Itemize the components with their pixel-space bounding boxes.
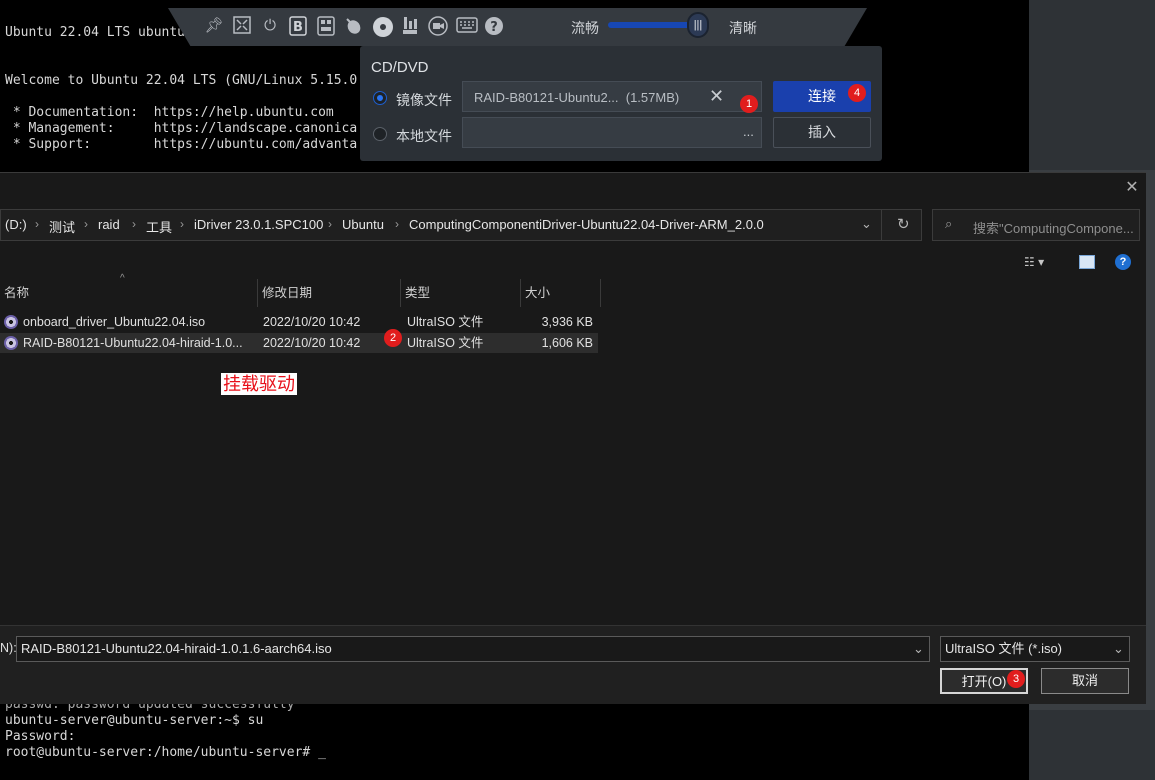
chevron-right-icon: ›: [328, 217, 332, 231]
filetype-value: UltraISO 文件 (*.iso): [945, 641, 1063, 656]
svg-text:?: ?: [490, 20, 498, 35]
cd-disc-icon[interactable]: [372, 16, 393, 37]
cancel-button[interactable]: 取消: [1041, 668, 1129, 694]
step-badge: 2: [384, 329, 402, 347]
local-file-radio[interactable]: [373, 127, 387, 141]
annotation-mount-driver: 挂载驱动: [221, 373, 297, 395]
iso-disc-icon: [4, 315, 18, 329]
column-header-type[interactable]: 类型: [401, 279, 521, 307]
filetype-select[interactable]: UltraISO 文件 (*.iso) ⌄: [940, 636, 1130, 662]
file-size: 1,606 KB: [541, 336, 593, 350]
breadcrumb-item[interactable]: 测试: [49, 217, 75, 236]
file-row[interactable]: onboard_driver_Ubuntu22.04.iso 2022/10/2…: [0, 312, 598, 332]
breadcrumb-item[interactable]: ComputingComponentiDriver-Ubuntu22.04-Dr…: [409, 217, 764, 232]
keyboard-layout-icon[interactable]: [316, 16, 336, 36]
file-name: RAID-B80121-Ubuntu22.04-hiraid-1.0...: [23, 336, 243, 350]
file-row-selected[interactable]: RAID-B80121-Ubuntu22.04-hiraid-1.0... 20…: [0, 333, 598, 353]
step-badge: 1: [740, 95, 758, 113]
breadcrumb-item[interactable]: Ubuntu: [342, 217, 384, 232]
image-file-field[interactable]: RAID-B80121-Ubuntu2... (1.57MB) ✕: [462, 81, 762, 112]
view-options-icon[interactable]: ☷ ▾: [1024, 255, 1060, 271]
breadcrumb-item[interactable]: 工具: [146, 217, 172, 236]
file-date: 2022/10/20 10:42: [263, 336, 361, 350]
breadcrumb-item[interactable]: raid: [98, 217, 120, 232]
filename-value: RAID-B80121-Ubuntu22.04-hiraid-1.0.1.6-a…: [21, 641, 332, 656]
fullscreen-icon[interactable]: [232, 16, 252, 36]
breadcrumb-item[interactable]: iDriver 23.0.1.SPC100: [194, 217, 323, 232]
terminal-line: * Documentation: https://help.ubuntu.com: [5, 105, 334, 120]
chevron-down-icon[interactable]: ⌄: [1113, 637, 1124, 661]
mouse-icon[interactable]: [344, 16, 364, 36]
power-icon[interactable]: ⏻: [260, 16, 280, 36]
chevron-right-icon: ›: [180, 217, 184, 231]
search-input[interactable]: ⌕ 搜索"ComputingCompone...: [932, 209, 1140, 241]
quality-slider-handle[interactable]: |||: [687, 12, 709, 38]
quality-smooth-label: 流畅: [571, 20, 599, 36]
camera-icon[interactable]: [428, 16, 448, 36]
image-file-radio[interactable]: [373, 91, 387, 105]
breadcrumb-item[interactable]: (D:): [5, 217, 27, 232]
cd-dvd-title: CD/DVD: [371, 59, 429, 76]
help-icon[interactable]: ?: [484, 16, 504, 36]
terminal-line: Welcome to Ubuntu 22.04 LTS (GNU/Linux 5…: [5, 73, 358, 88]
remote-console-toolbar: 📌︎ ⏻ B ? 流畅 清晰: [168, 8, 867, 46]
file-open-dialog: ✕ (D:) › 测试 › raid › 工具 › iDriver 23.0.1…: [0, 172, 1146, 704]
insert-button[interactable]: 插入: [773, 117, 871, 148]
chevron-right-icon: ›: [35, 217, 39, 231]
clear-icon[interactable]: ✕: [709, 86, 724, 107]
filename-label: N):: [0, 641, 17, 655]
svg-text:B: B: [293, 20, 303, 35]
file-name: onboard_driver_Ubuntu22.04.iso: [23, 315, 206, 329]
usb-icon[interactable]: [400, 16, 420, 36]
terminal-line: Password:: [5, 729, 76, 744]
file-date: 2022/10/20 10:42: [263, 315, 361, 329]
file-type: UltraISO 文件: [407, 336, 484, 350]
column-header-date[interactable]: 修改日期: [258, 279, 401, 307]
chevron-down-icon[interactable]: ⌄: [913, 637, 924, 661]
terminal-line: * Management: https://landscape.canonica: [5, 121, 358, 136]
search-placeholder: 搜索"ComputingCompone...: [973, 221, 1134, 236]
refresh-icon[interactable]: ↻: [897, 215, 910, 233]
terminal-line: * Support: https://ubuntu.com/advanta: [5, 137, 358, 152]
chevron-right-icon: ›: [395, 217, 399, 231]
filename-input[interactable]: RAID-B80121-Ubuntu22.04-hiraid-1.0.1.6-a…: [16, 636, 930, 662]
quality-clear-label: 清晰: [729, 20, 757, 36]
help-icon[interactable]: ?: [1115, 254, 1131, 270]
iso-disc-icon: [4, 336, 18, 350]
address-divider: [881, 210, 882, 240]
cd-dvd-panel: CD/DVD 镜像文件 RAID-B80121-Ubuntu2... (1.57…: [360, 46, 882, 161]
preview-pane-icon[interactable]: [1079, 255, 1095, 269]
address-bar[interactable]: (D:) › 测试 › raid › 工具 › iDriver 23.0.1.S…: [0, 209, 922, 241]
pin-icon[interactable]: 📌︎: [204, 16, 224, 36]
chevron-right-icon: ›: [132, 217, 136, 231]
image-file-value: RAID-B80121-Ubuntu2... (1.57MB): [474, 90, 680, 105]
image-file-label: 镜像文件: [396, 92, 452, 108]
terminal-line: root@ubuntu-server:/home/ubuntu-server# …: [5, 745, 326, 760]
browse-ellipsis[interactable]: ...: [743, 124, 754, 139]
column-header-name[interactable]: 名称: [0, 279, 258, 307]
file-type: UltraISO 文件: [407, 315, 484, 329]
step-badge: 3: [1007, 670, 1025, 688]
search-icon: ⌕: [945, 216, 953, 231]
terminal-line: ubuntu-server@ubuntu-server:~$ su: [5, 713, 264, 728]
local-file-field[interactable]: ...: [462, 117, 762, 148]
dialog-bottom-area: N): RAID-B80121-Ubuntu22.04-hiraid-1.0.1…: [0, 625, 1146, 704]
terminal-line: Ubuntu 22.04 LTS ubuntu-: [5, 25, 193, 40]
close-icon[interactable]: ✕: [1122, 178, 1142, 198]
chevron-right-icon: ›: [84, 217, 88, 231]
bold-b-icon[interactable]: B: [288, 16, 308, 36]
chevron-down-icon[interactable]: ⌄: [861, 216, 872, 232]
column-header-size[interactable]: 大小: [521, 279, 601, 307]
local-file-label: 本地文件: [396, 128, 452, 144]
file-size: 3,936 KB: [541, 315, 593, 329]
keyboard-icon[interactable]: [456, 16, 478, 36]
step-badge: 4: [848, 84, 866, 102]
